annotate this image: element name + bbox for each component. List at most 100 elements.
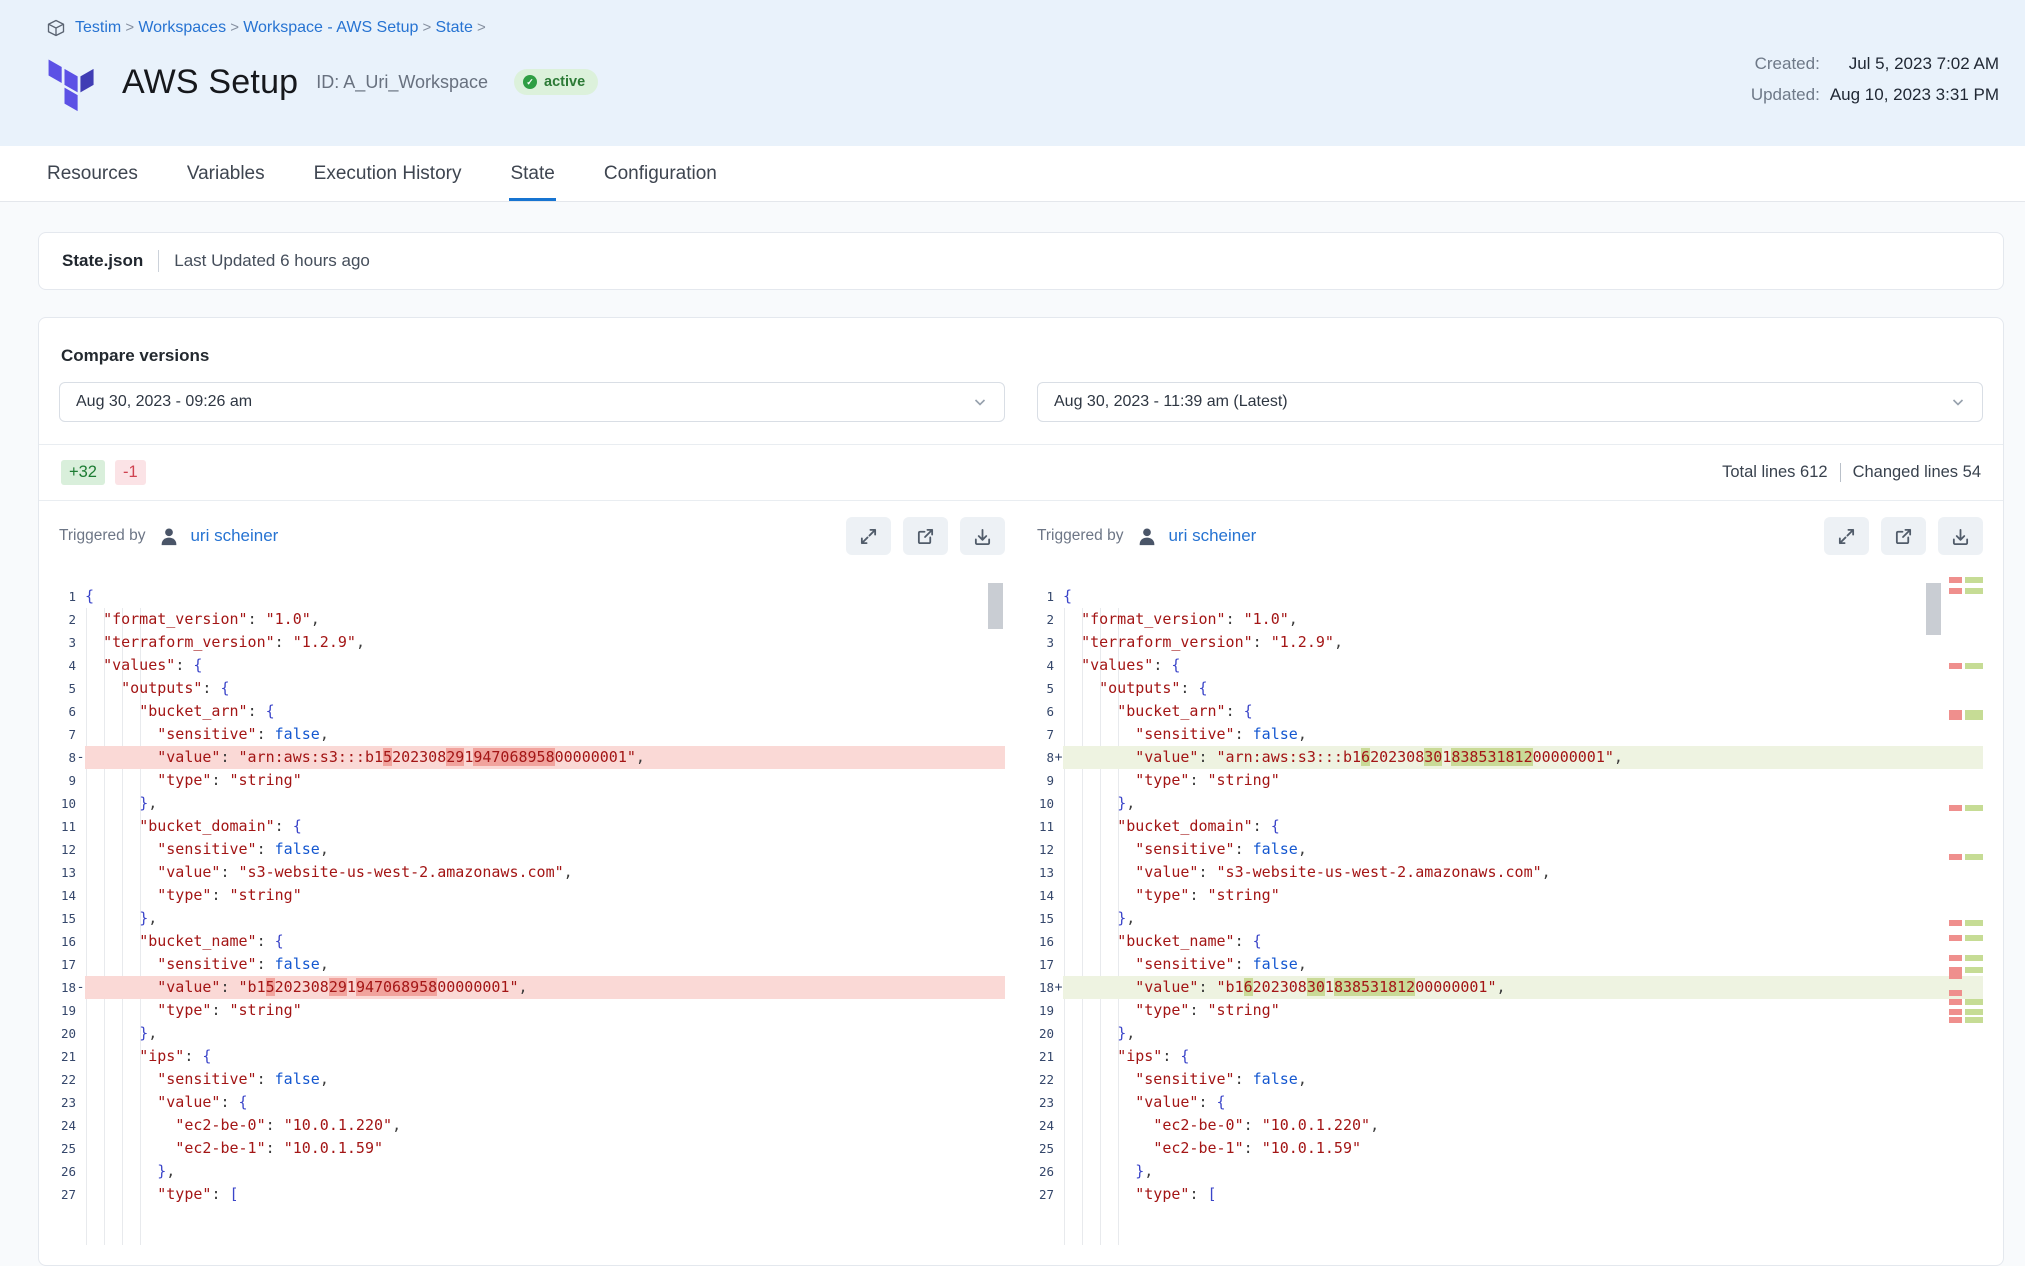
breadcrumb-separator: > [418,19,435,36]
left-pane-header: Triggered by uri scheiner [59,517,1005,555]
code-line: 21 "ips": { [59,1045,1005,1068]
deletions-badge: -1 [115,460,146,485]
breadcrumb-separator: > [473,19,486,36]
code-line: 16 "bucket_name": { [59,930,1005,953]
code-line: 8+ "value": "arn:aws:s3:::b1620230830183… [1037,746,1983,769]
code-line: 13 "value": "s3-website-us-west-2.amazon… [59,861,1005,884]
created-value: Jul 5, 2023 7:02 AM [1849,54,1999,74]
diff-minimap [1949,577,1983,1197]
code-line: 12 "sensitive": false, [1037,838,1983,861]
user-avatar-icon [1136,525,1158,547]
breadcrumb-items: Testim > Workspaces > Workspace - AWS Se… [75,19,486,37]
minimap-removed-mark [1949,967,1962,979]
breadcrumb-separator: > [121,19,138,36]
chevron-down-icon [1950,394,1966,410]
external-link-icon [916,527,935,546]
code-line: 15 }, [1037,907,1983,930]
tab-configuration[interactable]: Configuration [603,146,718,201]
minimap-added-mark [1965,710,1983,720]
status-badge-label: active [544,74,585,90]
code-line: 7 "sensitive": false, [59,723,1005,746]
download-icon [1951,527,1970,546]
updated-label: Updated: [1751,85,1820,105]
code-line: 17 "sensitive": false, [1037,953,1983,976]
breadcrumb-item[interactable]: Workspaces [138,19,226,36]
code-line: 18+ "value": "b1620230830183853181200000… [1037,976,1983,999]
tab-bar: Resources Variables Execution History State… [0,146,2025,202]
code-line: 2 "format_version": "1.0", [59,608,1005,631]
left-pane-actions [846,517,1005,555]
left-scrollbar-thumb[interactable] [988,583,1003,629]
download-button[interactable] [1938,517,1983,555]
minimap-removed-mark [1949,577,1962,583]
triggered-by-label: Triggered by [59,527,145,545]
code-line: 1{ [59,585,1005,608]
minimap-added-mark [1965,999,1983,1005]
code-line: 8- "value": "arn:aws:s3:::b1520230829194… [59,746,1005,769]
left-code-lines: 1{2 "format_version": "1.0",3 "terraform… [59,585,1005,1206]
minimap-removed-mark [1949,955,1962,961]
code-line: 10 }, [59,792,1005,815]
code-line: 11 "bucket_domain": { [1037,815,1983,838]
code-line: 5 "outputs": { [59,677,1005,700]
code-line: 12 "sensitive": false, [59,838,1005,861]
tab-resources[interactable]: Resources [46,146,139,201]
right-scrollbar-thumb[interactable] [1926,583,1941,635]
code-pane-right[interactable]: 1{2 "format_version": "1.0",3 "terraform… [1037,585,1983,1225]
code-line: 4 "values": { [59,654,1005,677]
right-pane-actions [1824,517,1983,555]
code-pane-left[interactable]: 1{2 "format_version": "1.0",3 "terraform… [59,585,1005,1225]
code-line: 22 "sensitive": false, [1037,1068,1983,1091]
chevron-down-icon [972,394,988,410]
workspace-id: ID: A_Uri_Workspace [316,72,488,93]
expand-button[interactable] [846,517,891,555]
divider [158,250,159,272]
created-label: Created: [1755,54,1820,74]
minimap-added-mark [1965,577,1983,583]
triggered-by-user-link[interactable]: uri scheiner [190,526,278,546]
tab-execution-history[interactable]: Execution History [313,146,463,201]
divider [1840,463,1841,482]
code-line: 15 }, [59,907,1005,930]
breadcrumb-item[interactable]: State [435,19,472,36]
open-external-button[interactable] [1881,517,1926,555]
minimap-added-mark [1965,955,1983,961]
check-circle-icon: ✓ [523,75,537,89]
code-line: 9 "type": "string" [59,769,1005,792]
code-line: 6 "bucket_arn": { [1037,700,1983,723]
code-line: 7 "sensitive": false, [1037,723,1983,746]
state-file-name: State.json [62,251,143,271]
left-version-select[interactable]: Aug 30, 2023 - 09:26 am [59,382,1005,422]
code-line: 5 "outputs": { [1037,677,1983,700]
diff-panes: 1{2 "format_version": "1.0",3 "terraform… [59,585,1983,1225]
download-button[interactable] [960,517,1005,555]
expand-icon [1837,527,1856,546]
minimap-added-mark [1965,967,1983,973]
right-version-select[interactable]: Aug 30, 2023 - 11:39 am (Latest) [1037,382,1983,422]
code-line: 11 "bucket_domain": { [59,815,1005,838]
tab-variables[interactable]: Variables [186,146,266,201]
open-external-button[interactable] [903,517,948,555]
code-line: 16 "bucket_name": { [1037,930,1983,953]
tab-state[interactable]: State [509,146,555,201]
breadcrumb-item[interactable]: Workspace - AWS Setup [243,19,418,36]
code-line: 21 "ips": { [1037,1045,1983,1068]
download-icon [973,527,992,546]
code-line: 24 "ec2-be-0": "10.0.1.220", [59,1114,1005,1137]
code-line: 23 "value": { [1037,1091,1983,1114]
minimap-removed-mark [1949,935,1962,941]
status-badge: ✓ active [514,69,598,95]
expand-button[interactable] [1824,517,1869,555]
triggered-by-user-link[interactable]: uri scheiner [1168,526,1256,546]
code-line: 25 "ec2-be-1": "10.0.1.59" [1037,1137,1983,1160]
code-line: 14 "type": "string" [59,884,1005,907]
code-line: 20 }, [59,1022,1005,1045]
workspace-cube-icon [46,18,66,38]
code-line: 18- "value": "b1520230829194706895800000… [59,976,1005,999]
minimap-added-mark [1965,805,1983,811]
code-line: 27 "type": [ [59,1183,1005,1206]
breadcrumb-item[interactable]: Testim [75,19,121,36]
code-line: 22 "sensitive": false, [59,1068,1005,1091]
content: State.json Last Updated 6 hours ago Comp… [0,202,2025,1266]
last-updated-text: Last Updated 6 hours ago [174,251,370,271]
